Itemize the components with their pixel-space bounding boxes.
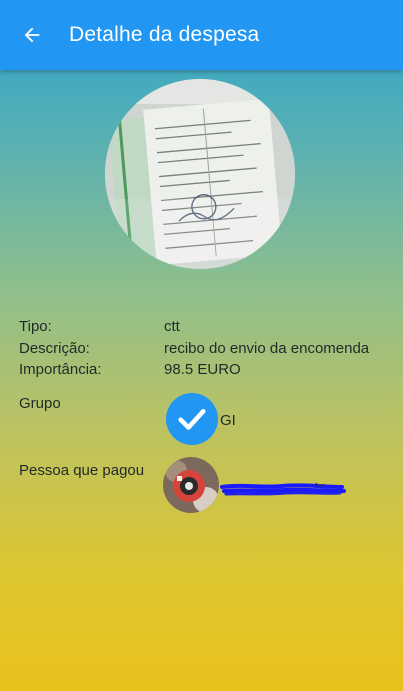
page-title: Detalhe da despesa xyxy=(69,23,260,46)
group-check-button[interactable] xyxy=(166,393,218,445)
payer-avatar[interactable] xyxy=(163,457,219,513)
app-bar: Detalhe da despesa xyxy=(0,0,403,70)
description-value: recibo do envio da encomenda xyxy=(164,340,370,357)
type-value: ctt xyxy=(164,318,180,335)
amount-label: Importância: xyxy=(19,361,102,378)
group-label: Grupo xyxy=(19,395,61,412)
amount-value: 98.5 EURO xyxy=(164,361,241,378)
type-label: Tipo: xyxy=(19,318,52,335)
payer-name-redacted xyxy=(220,479,350,501)
check-icon xyxy=(178,408,206,430)
arrow-left-icon xyxy=(24,27,40,43)
description-label: Descrição: xyxy=(19,340,90,357)
receipt-photo[interactable] xyxy=(105,79,295,269)
group-name: GI xyxy=(220,412,236,429)
back-button[interactable] xyxy=(14,17,50,53)
payer-label: Pessoa que pagou xyxy=(19,462,145,479)
